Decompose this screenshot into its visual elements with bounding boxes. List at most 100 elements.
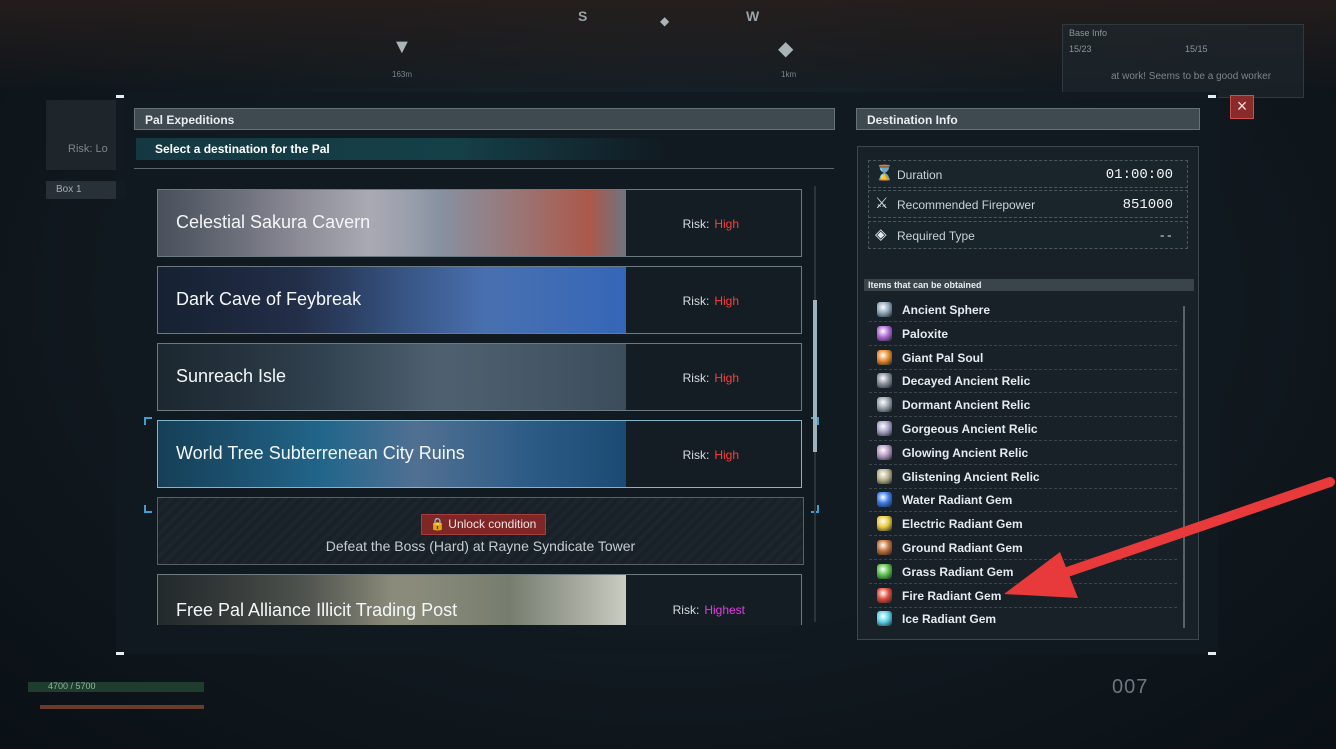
item-row: Ancient Sphere bbox=[869, 299, 1177, 322]
item-icon bbox=[877, 302, 892, 317]
item-name: Ice Radiant Gem bbox=[902, 612, 997, 627]
hp-text: 4700 / 5700 bbox=[48, 681, 96, 691]
item-name: Gorgeous Ancient Relic bbox=[902, 422, 1038, 436]
base-info-title: Base Info bbox=[1069, 28, 1108, 38]
locked-destination[interactable]: 🔒 Unlock condition Defeat the Boss (Hard… bbox=[157, 497, 804, 565]
destination-risk: Risk: High bbox=[683, 371, 739, 385]
expeditions-header: Pal Expeditions bbox=[134, 108, 835, 130]
item-name: Giant Pal Soul bbox=[902, 350, 984, 365]
close-icon: × bbox=[1236, 96, 1248, 116]
item-name: Paloxite bbox=[902, 326, 949, 341]
destination-risk: Risk: High bbox=[683, 294, 739, 308]
destination-scrollbar-thumb[interactable] bbox=[813, 300, 817, 452]
waypoint-distance: 163m bbox=[392, 70, 413, 79]
waypoint-icon: ▼ bbox=[392, 36, 412, 58]
destination-free-pal-alliance-post[interactable]: Free Pal Alliance Illicit Trading Post R… bbox=[157, 574, 802, 625]
compass-south: S bbox=[578, 8, 588, 24]
compass-diamond-icon: ◆ bbox=[660, 14, 670, 28]
unlock-condition-badge: 🔒 Unlock condition bbox=[421, 514, 547, 535]
stat-required-type: ◈ Required Type -- bbox=[868, 221, 1188, 249]
risk-level: High bbox=[714, 294, 739, 308]
item-icon bbox=[877, 492, 892, 508]
destination-dark-cave-of-feybreak[interactable]: Dark Cave of Feybreak Risk: High bbox=[157, 266, 802, 334]
destination-name: World Tree Subterrenean City Ruins bbox=[176, 443, 465, 463]
item-name: Glowing Ancient Relic bbox=[902, 445, 1029, 460]
destination-risk: Risk: High bbox=[683, 448, 739, 462]
destination-info-header: Destination Info bbox=[856, 108, 1200, 130]
risk-level: High bbox=[714, 371, 739, 385]
stamina-bar bbox=[40, 705, 204, 709]
item-icon bbox=[877, 540, 892, 555]
risk-label: Risk: bbox=[682, 448, 710, 462]
pal-marker-icon: ◆ bbox=[778, 38, 794, 60]
items-obtainable-title: Items that can be obtained bbox=[864, 279, 1194, 291]
item-row: Paloxite bbox=[869, 323, 1177, 346]
item-icon bbox=[877, 325, 892, 341]
base-info-count: 15/23 bbox=[1069, 44, 1092, 54]
item-icon bbox=[877, 397, 892, 413]
item-icon bbox=[877, 587, 892, 603]
left-info-panel: Risk: Lo bbox=[46, 100, 126, 170]
divider bbox=[134, 168, 834, 169]
item-icon bbox=[877, 468, 892, 484]
box-tab-label: Box 1 bbox=[56, 184, 82, 195]
stat-label: Recommended Firepower bbox=[897, 198, 1036, 212]
base-info-message: at work! Seems to be a good worker bbox=[1111, 71, 1272, 82]
item-icon bbox=[877, 373, 892, 389]
item-icon bbox=[877, 563, 892, 579]
corner-mark bbox=[1208, 95, 1216, 98]
risk-level: Highest bbox=[704, 603, 745, 617]
risk-label: Risk: bbox=[682, 217, 710, 231]
expeditions-subtitle: Select a destination for the Pal bbox=[136, 138, 666, 160]
destination-world-tree-ruins[interactable]: World Tree Subterrenean City Ruins Risk:… bbox=[157, 420, 802, 488]
lock-icon: 🔒 bbox=[430, 517, 445, 531]
compass-west: W bbox=[746, 8, 760, 24]
corner-mark bbox=[116, 652, 124, 655]
destination-risk: Risk: Highest bbox=[673, 603, 745, 617]
item-icon bbox=[877, 611, 892, 627]
selection-bracket bbox=[144, 417, 152, 425]
risk-level: High bbox=[714, 448, 739, 462]
item-row: Ice Radiant Gem bbox=[869, 608, 1177, 629]
destination-sunreach-isle[interactable]: Sunreach Isle Risk: High bbox=[157, 343, 802, 411]
selection-bracket bbox=[144, 505, 152, 513]
close-button[interactable]: × bbox=[1230, 95, 1254, 119]
risk-label: Risk: bbox=[672, 603, 700, 617]
unlock-badge-label: Unlock condition bbox=[448, 517, 537, 531]
item-icon bbox=[877, 444, 892, 460]
item-name: Decayed Ancient Relic bbox=[902, 374, 1031, 389]
destination-name: Free Pal Alliance Illicit Trading Post bbox=[176, 600, 458, 620]
left-risk-text: Risk: Lo bbox=[68, 143, 108, 155]
unlock-condition-text: Defeat the Boss (Hard) at Rayne Syndicat… bbox=[325, 538, 636, 554]
ammo-counter: 007 bbox=[1112, 676, 1149, 698]
risk-label: Risk: bbox=[682, 371, 710, 385]
item-icon bbox=[877, 516, 892, 532]
stat-value: -- bbox=[1158, 229, 1173, 243]
item-row: Decayed Ancient Relic bbox=[869, 370, 1177, 394]
stat-recommended-firepower: ⚔ Recommended Firepower 851000 bbox=[868, 190, 1188, 218]
pal-marker-distance: 1km bbox=[781, 70, 797, 79]
corner-mark bbox=[1208, 652, 1216, 655]
stat-value: 851000 bbox=[1122, 197, 1173, 213]
destination-name: Dark Cave of Feybreak bbox=[176, 289, 362, 309]
stat-duration: ⌛ Duration 01:00:00 bbox=[868, 160, 1188, 188]
item-name: Ancient Sphere bbox=[902, 303, 991, 317]
item-name: Dormant Ancient Relic bbox=[902, 398, 1031, 413]
corner-mark bbox=[116, 95, 124, 98]
stat-label: Duration bbox=[897, 168, 943, 182]
stat-label: Required Type bbox=[897, 229, 975, 243]
item-row: Dormant Ancient Relic bbox=[869, 394, 1177, 418]
base-info-pals: 15/15 bbox=[1185, 44, 1208, 54]
item-icon bbox=[877, 349, 892, 365]
crossed-swords-icon: ⚔ bbox=[875, 195, 889, 212]
item-icon bbox=[877, 421, 892, 436]
destination-celestial-sakura-cavern[interactable]: Celestial Sakura Cavern Risk: High bbox=[157, 189, 802, 257]
item-row: Giant Pal Soul bbox=[869, 347, 1177, 370]
item-row: Glowing Ancient Relic bbox=[869, 442, 1177, 465]
diamond-type-icon: ◈ bbox=[875, 226, 887, 243]
destination-risk: Risk: High bbox=[683, 217, 739, 231]
risk-label: Risk: bbox=[682, 294, 710, 308]
destination-name: Celestial Sakura Cavern bbox=[176, 212, 371, 232]
annotation-arrow-icon bbox=[1004, 477, 1335, 598]
destination-name: Sunreach Isle bbox=[176, 366, 287, 386]
